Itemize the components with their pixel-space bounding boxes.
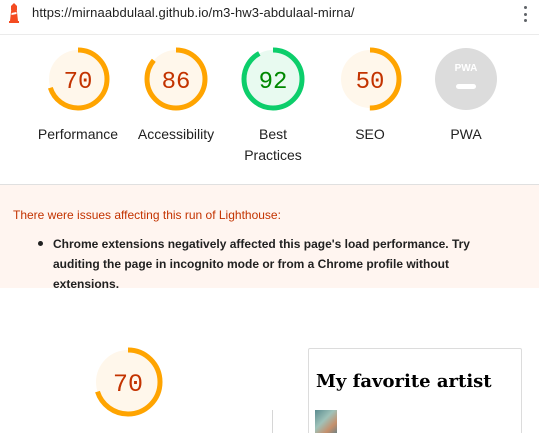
gauge-label: PWA xyxy=(450,126,482,142)
gauge-score: 70 xyxy=(64,69,93,96)
pwa-badge-icon: PWA xyxy=(435,48,497,110)
gauge-label: Best Practices xyxy=(244,126,302,163)
bullet-icon xyxy=(38,241,43,246)
run-warnings: There were issues affecting this run of … xyxy=(0,185,539,291)
gauge-score: 86 xyxy=(162,69,191,96)
gauge-label: SEO xyxy=(355,126,385,142)
gauge-score: 50 xyxy=(356,69,385,96)
lighthouse-icon xyxy=(9,3,19,23)
gauge-score: 92 xyxy=(259,69,288,96)
gauge-ring: 86 xyxy=(144,47,208,111)
gauge-seo[interactable]: 50 SEO xyxy=(322,46,418,145)
gauge-ring: 50 xyxy=(338,47,402,111)
gauge-label: Performance xyxy=(37,126,119,142)
warning-item-text: Chrome extensions negatively affected th… xyxy=(53,237,470,291)
gauge-accessibility[interactable]: 86 Accessibility xyxy=(128,46,224,145)
gauge-label: Accessibility xyxy=(137,126,215,142)
divider xyxy=(272,410,273,433)
preview-heading: My favorite artist xyxy=(316,371,492,392)
score-gauges: 70 Performance 86 Accessibility 92 Best … xyxy=(0,46,539,176)
kebab-menu-icon[interactable] xyxy=(523,6,527,22)
gauge-ring: 70 xyxy=(46,47,110,111)
divider xyxy=(0,34,539,35)
page-url[interactable]: https://mirnaabdulaal.github.io/m3-hw3-a… xyxy=(32,5,355,20)
gauge-ring: 92 xyxy=(241,47,305,111)
performance-score: 70 xyxy=(113,370,143,399)
artist-thumbnail-image xyxy=(315,410,337,433)
page-screenshot-preview[interactable]: My favorite artist xyxy=(308,348,522,433)
url-bar: https://mirnaabdulaal.github.io/m3-hw3-a… xyxy=(0,0,539,27)
performance-gauge: 70 xyxy=(93,347,163,417)
warning-item: Chrome extensions negatively affected th… xyxy=(36,234,476,294)
pwa-badge-text: PWA xyxy=(455,63,478,74)
warning-list: Chrome extensions negatively affected th… xyxy=(36,234,476,294)
gauge-performance[interactable]: 70 Performance xyxy=(30,46,126,145)
gauge-best-practices[interactable]: 92 Best Practices xyxy=(225,46,321,166)
warning-title: There were issues affecting this run of … xyxy=(13,208,281,222)
gauge-pwa[interactable]: PWA PWA xyxy=(418,46,514,145)
